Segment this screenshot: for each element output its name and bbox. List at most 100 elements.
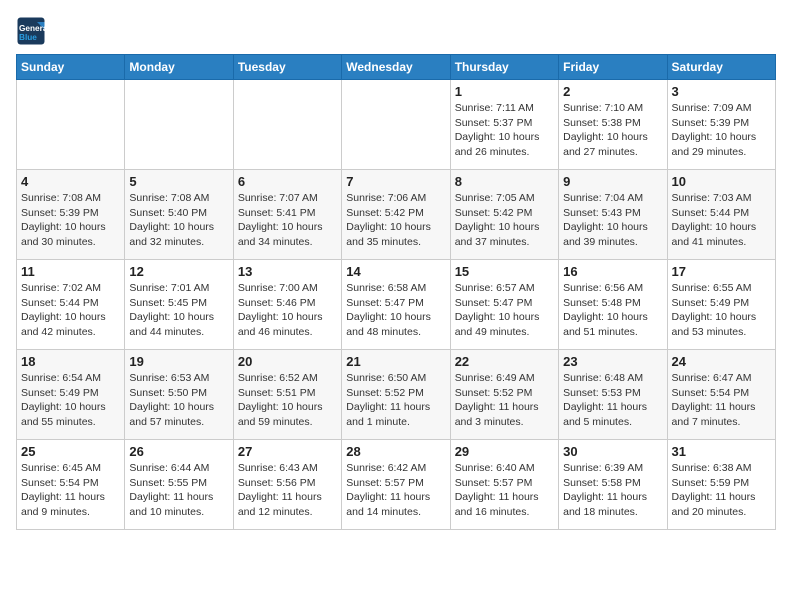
calendar-cell: 21 Sunrise: 6:50 AMSunset: 5:52 PMDayligh… (342, 350, 450, 440)
day-info: Sunrise: 7:01 AMSunset: 5:45 PMDaylight:… (129, 281, 228, 340)
calendar-cell: 11 Sunrise: 7:02 AMSunset: 5:44 PMDayligh… (17, 260, 125, 350)
day-info: Sunrise: 6:56 AMSunset: 5:48 PMDaylight:… (563, 281, 662, 340)
day-number: 2 (563, 84, 662, 99)
day-info: Sunrise: 6:43 AMSunset: 5:56 PMDaylight:… (238, 461, 337, 520)
calendar-cell: 18 Sunrise: 6:54 AMSunset: 5:49 PMDayligh… (17, 350, 125, 440)
weekday-header-wednesday: Wednesday (342, 55, 450, 80)
calendar-cell: 24 Sunrise: 6:47 AMSunset: 5:54 PMDayligh… (667, 350, 775, 440)
day-info: Sunrise: 6:47 AMSunset: 5:54 PMDaylight:… (672, 371, 771, 430)
calendar-cell: 10 Sunrise: 7:03 AMSunset: 5:44 PMDayligh… (667, 170, 775, 260)
calendar-cell: 30 Sunrise: 6:39 AMSunset: 5:58 PMDayligh… (559, 440, 667, 530)
day-number: 23 (563, 354, 662, 369)
day-number: 15 (455, 264, 554, 279)
day-number: 13 (238, 264, 337, 279)
day-number: 22 (455, 354, 554, 369)
day-number: 5 (129, 174, 228, 189)
day-info: Sunrise: 6:50 AMSunset: 5:52 PMDaylight:… (346, 371, 445, 430)
day-number: 1 (455, 84, 554, 99)
day-info: Sunrise: 7:11 AMSunset: 5:37 PMDaylight:… (455, 101, 554, 160)
logo-icon: General Blue (16, 16, 46, 46)
calendar-table: SundayMondayTuesdayWednesdayThursdayFrid… (16, 54, 776, 530)
day-info: Sunrise: 6:48 AMSunset: 5:53 PMDaylight:… (563, 371, 662, 430)
week-row-5: 25 Sunrise: 6:45 AMSunset: 5:54 PMDayligh… (17, 440, 776, 530)
calendar-cell: 9 Sunrise: 7:04 AMSunset: 5:43 PMDaylight… (559, 170, 667, 260)
calendar-cell: 8 Sunrise: 7:05 AMSunset: 5:42 PMDaylight… (450, 170, 558, 260)
day-info: Sunrise: 6:52 AMSunset: 5:51 PMDaylight:… (238, 371, 337, 430)
calendar-cell: 4 Sunrise: 7:08 AMSunset: 5:39 PMDaylight… (17, 170, 125, 260)
day-number: 3 (672, 84, 771, 99)
day-info: Sunrise: 7:10 AMSunset: 5:38 PMDaylight:… (563, 101, 662, 160)
day-info: Sunrise: 6:40 AMSunset: 5:57 PMDaylight:… (455, 461, 554, 520)
day-number: 11 (21, 264, 120, 279)
day-number: 14 (346, 264, 445, 279)
day-number: 8 (455, 174, 554, 189)
calendar-cell: 22 Sunrise: 6:49 AMSunset: 5:52 PMDayligh… (450, 350, 558, 440)
day-number: 9 (563, 174, 662, 189)
calendar-cell: 29 Sunrise: 6:40 AMSunset: 5:57 PMDayligh… (450, 440, 558, 530)
day-number: 6 (238, 174, 337, 189)
day-info: Sunrise: 6:49 AMSunset: 5:52 PMDaylight:… (455, 371, 554, 430)
day-info: Sunrise: 7:08 AMSunset: 5:40 PMDaylight:… (129, 191, 228, 250)
calendar-cell: 25 Sunrise: 6:45 AMSunset: 5:54 PMDayligh… (17, 440, 125, 530)
weekday-header-thursday: Thursday (450, 55, 558, 80)
day-info: Sunrise: 6:45 AMSunset: 5:54 PMDaylight:… (21, 461, 120, 520)
logo: General Blue (16, 16, 46, 46)
svg-text:Blue: Blue (19, 33, 37, 42)
day-info: Sunrise: 7:03 AMSunset: 5:44 PMDaylight:… (672, 191, 771, 250)
day-number: 4 (21, 174, 120, 189)
calendar-cell: 7Sunrise: 7:06 AMSunset: 5:42 PMDaylight… (342, 170, 450, 260)
weekday-header-row: SundayMondayTuesdayWednesdayThursdayFrid… (17, 55, 776, 80)
day-number: 20 (238, 354, 337, 369)
calendar-cell: 2 Sunrise: 7:10 AMSunset: 5:38 PMDaylight… (559, 80, 667, 170)
calendar-cell: 12Sunrise: 7:01 AMSunset: 5:45 PMDayligh… (125, 260, 233, 350)
calendar-cell: 15Sunrise: 6:57 AMSunset: 5:47 PMDayligh… (450, 260, 558, 350)
calendar-cell: 3Sunrise: 7:09 AMSunset: 5:39 PMDaylight… (667, 80, 775, 170)
week-row-3: 11 Sunrise: 7:02 AMSunset: 5:44 PMDayligh… (17, 260, 776, 350)
day-info: Sunrise: 6:42 AMSunset: 5:57 PMDaylight:… (346, 461, 445, 520)
svg-text:General: General (19, 24, 46, 33)
calendar-cell (342, 80, 450, 170)
day-info: Sunrise: 7:08 AMSunset: 5:39 PMDaylight:… (21, 191, 120, 250)
day-info: Sunrise: 6:58 AMSunset: 5:47 PMDaylight:… (346, 281, 445, 340)
calendar-cell: 19 Sunrise: 6:53 AMSunset: 5:50 PMDayligh… (125, 350, 233, 440)
calendar-cell: 6 Sunrise: 7:07 AMSunset: 5:41 PMDaylight… (233, 170, 341, 260)
day-info: Sunrise: 6:39 AMSunset: 5:58 PMDaylight:… (563, 461, 662, 520)
day-number: 16 (563, 264, 662, 279)
calendar-cell: 27 Sunrise: 6:43 AMSunset: 5:56 PMDayligh… (233, 440, 341, 530)
calendar-cell (17, 80, 125, 170)
calendar-cell: 28 Sunrise: 6:42 AMSunset: 5:57 PMDayligh… (342, 440, 450, 530)
calendar-cell: 1 Sunrise: 7:11 AMSunset: 5:37 PMDaylight… (450, 80, 558, 170)
day-number: 7 (346, 174, 445, 189)
calendar-cell: 17Sunrise: 6:55 AMSunset: 5:49 PMDayligh… (667, 260, 775, 350)
day-info: Sunrise: 7:05 AMSunset: 5:42 PMDaylight:… (455, 191, 554, 250)
weekday-header-sunday: Sunday (17, 55, 125, 80)
weekday-header-monday: Monday (125, 55, 233, 80)
calendar-cell: 13Sunrise: 7:00 AMSunset: 5:46 PMDayligh… (233, 260, 341, 350)
day-number: 26 (129, 444, 228, 459)
day-number: 28 (346, 444, 445, 459)
day-info: Sunrise: 7:04 AMSunset: 5:43 PMDaylight:… (563, 191, 662, 250)
calendar-cell (125, 80, 233, 170)
weekday-header-tuesday: Tuesday (233, 55, 341, 80)
week-row-2: 4 Sunrise: 7:08 AMSunset: 5:39 PMDaylight… (17, 170, 776, 260)
calendar-cell (233, 80, 341, 170)
calendar-cell: 14 Sunrise: 6:58 AMSunset: 5:47 PMDayligh… (342, 260, 450, 350)
calendar-cell: 26Sunrise: 6:44 AMSunset: 5:55 PMDayligh… (125, 440, 233, 530)
day-number: 29 (455, 444, 554, 459)
day-number: 25 (21, 444, 120, 459)
day-number: 27 (238, 444, 337, 459)
day-number: 18 (21, 354, 120, 369)
day-number: 19 (129, 354, 228, 369)
day-number: 24 (672, 354, 771, 369)
day-info: Sunrise: 7:02 AMSunset: 5:44 PMDaylight:… (21, 281, 120, 340)
day-info: Sunrise: 7:07 AMSunset: 5:41 PMDaylight:… (238, 191, 337, 250)
day-info: Sunrise: 6:53 AMSunset: 5:50 PMDaylight:… (129, 371, 228, 430)
day-number: 10 (672, 174, 771, 189)
day-number: 21 (346, 354, 445, 369)
day-info: Sunrise: 6:54 AMSunset: 5:49 PMDaylight:… (21, 371, 120, 430)
day-number: 17 (672, 264, 771, 279)
day-number: 30 (563, 444, 662, 459)
calendar-cell: 20 Sunrise: 6:52 AMSunset: 5:51 PMDayligh… (233, 350, 341, 440)
weekday-header-friday: Friday (559, 55, 667, 80)
week-row-1: 1 Sunrise: 7:11 AMSunset: 5:37 PMDaylight… (17, 80, 776, 170)
